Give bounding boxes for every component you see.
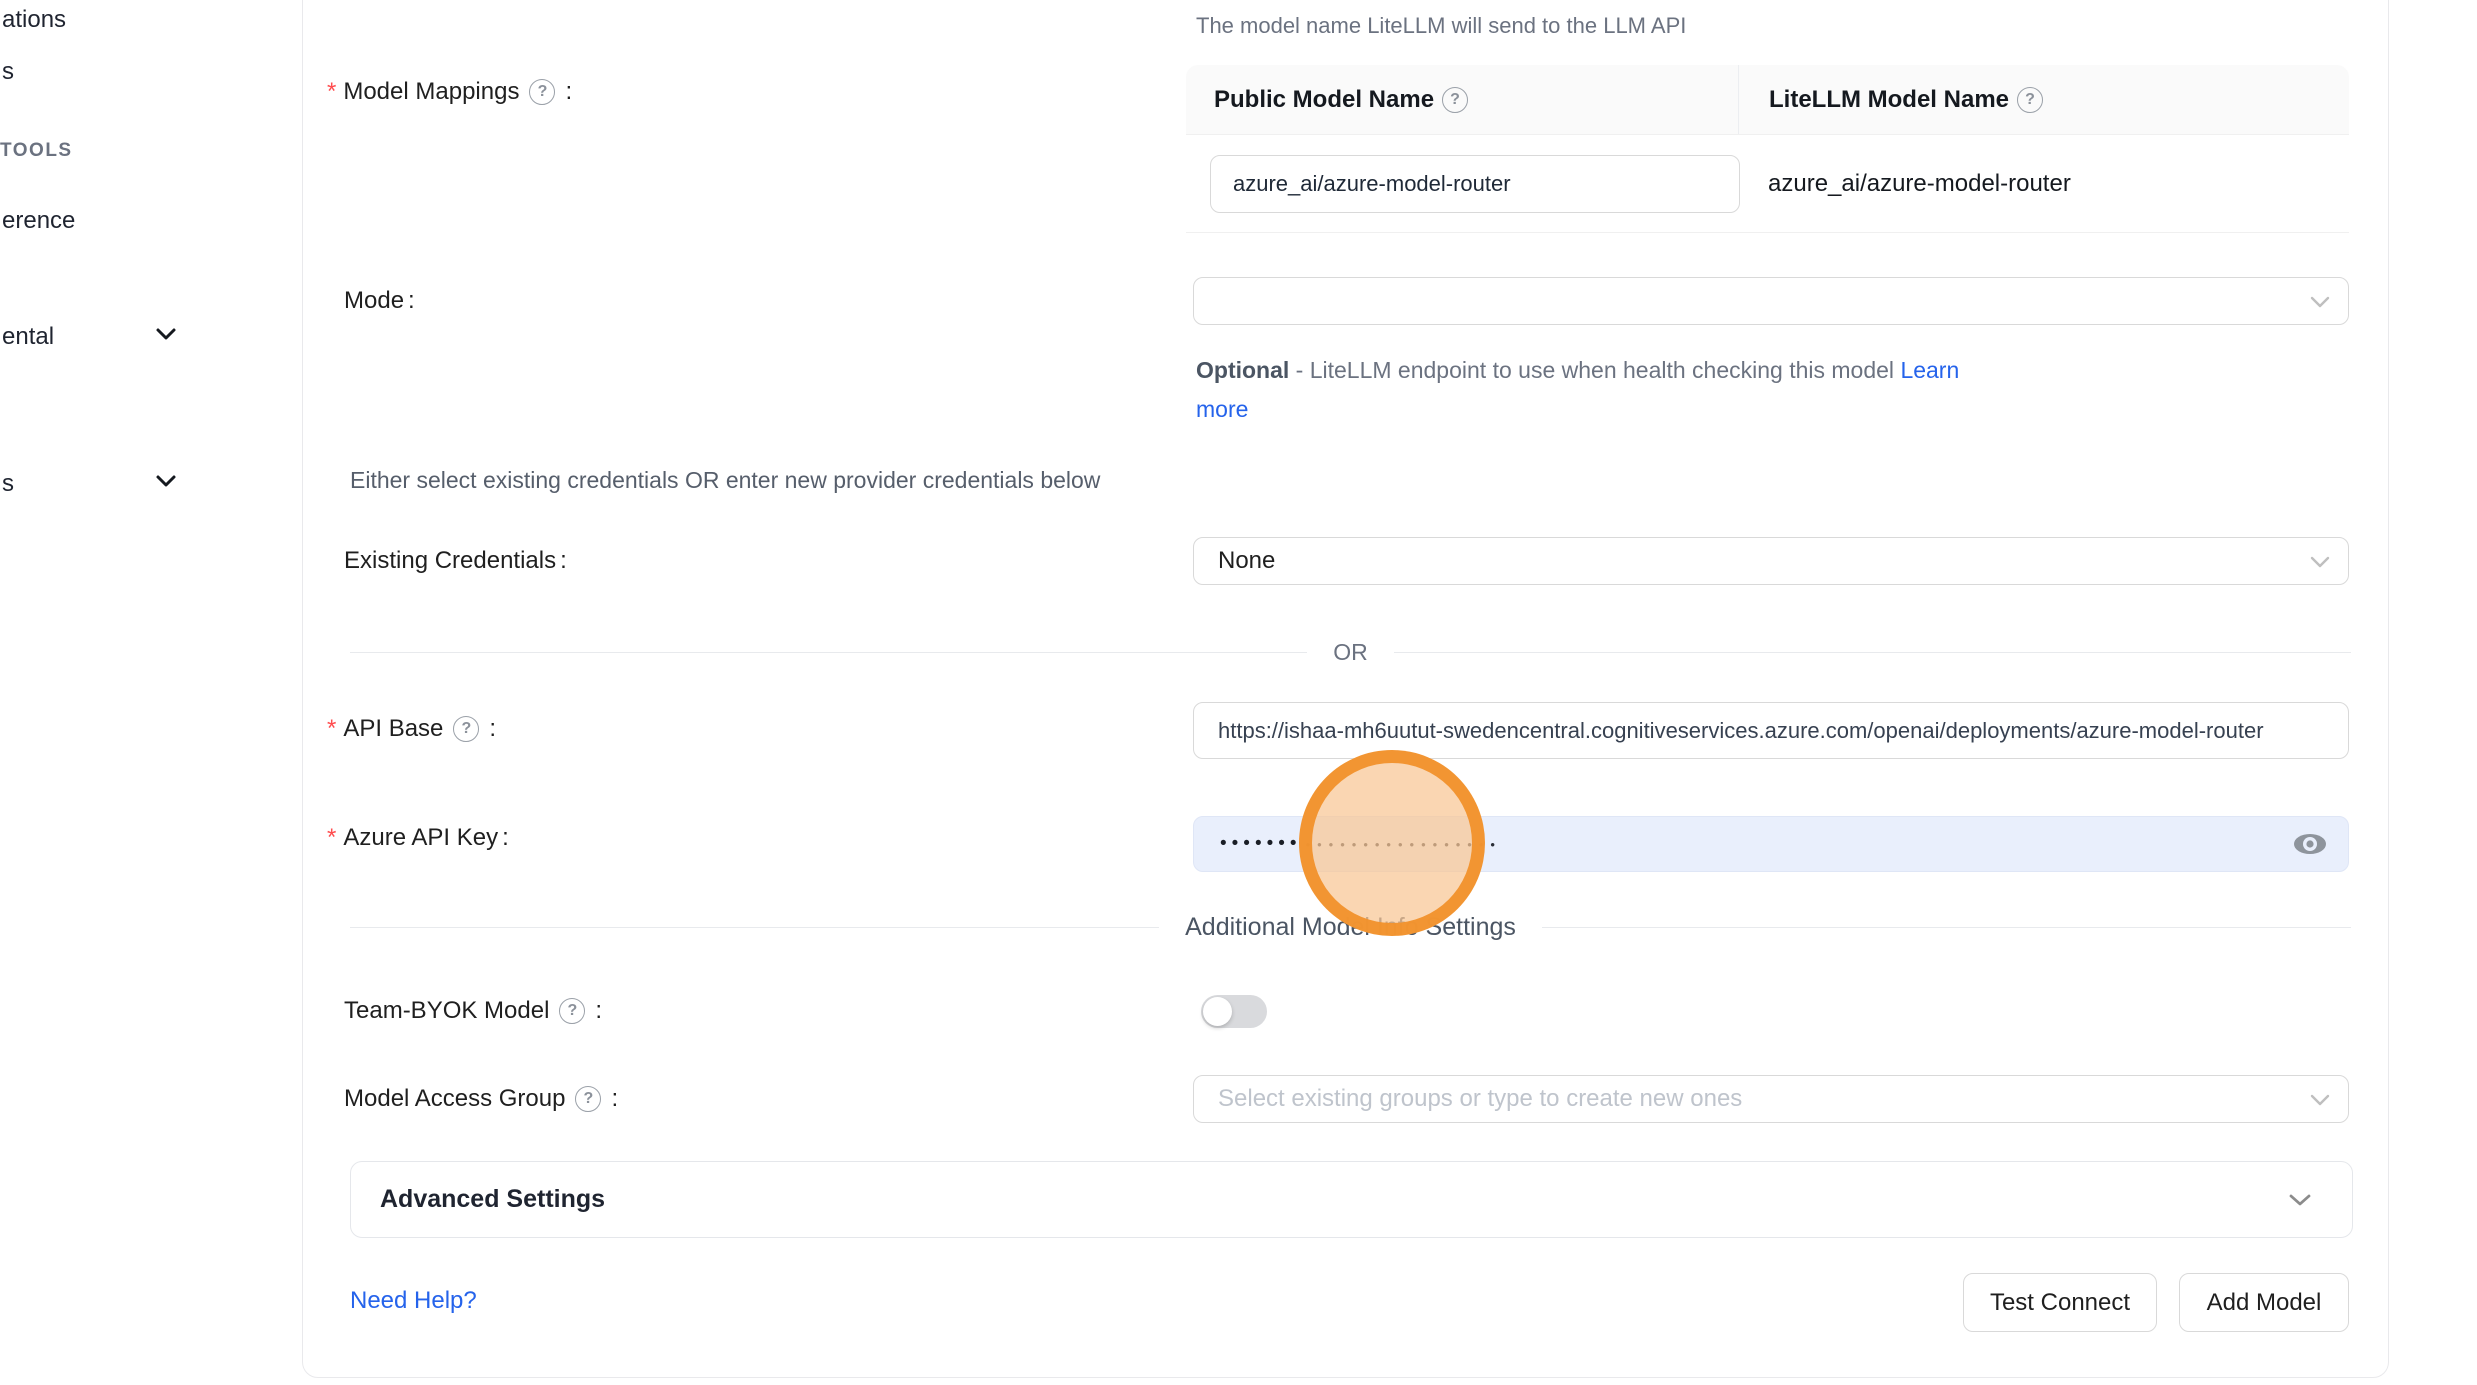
sidebar-item-experimental[interactable]: ental [2, 323, 54, 351]
test-connect-button[interactable]: Test Connect [1963, 1273, 2157, 1332]
mode-label: Mode : [344, 286, 415, 316]
sidebar-item-organizations[interactable]: ations [2, 6, 66, 34]
add-model-button[interactable]: Add Model [2179, 1273, 2349, 1332]
chevron-down-icon [2288, 1193, 2312, 1207]
chevron-down-icon [2310, 296, 2330, 308]
mode-select[interactable] [1193, 277, 2349, 325]
sidebar-item-settings[interactable]: s [2, 470, 14, 498]
azure-api-key-label: * Azure API Key : [327, 823, 509, 853]
add-model-page: ations s TOOLS erence ental s The model … [0, 0, 2477, 1385]
model-access-group-label: Model Access Group ? : [344, 1084, 618, 1114]
help-icon[interactable]: ? [453, 716, 479, 742]
sidebar-item-reference[interactable]: erence [2, 207, 75, 235]
sidebar: ations s TOOLS erence ental s [0, 0, 302, 1385]
masked-key-value: ••••••• [1220, 833, 1302, 855]
required-marker: * [327, 715, 336, 743]
public-model-name-input[interactable] [1210, 155, 1740, 213]
existing-credentials-select[interactable]: None [1193, 537, 2349, 585]
column-header-litellm-model-name: LiteLLM Model Name ? [1738, 65, 2349, 134]
litellm-model-name-value: azure_ai/azure-model-router [1738, 170, 2349, 198]
azure-api-key-input[interactable]: ••••••• ••••••••••••••••• [1193, 816, 2349, 872]
advanced-settings-panel[interactable]: Advanced Settings [350, 1161, 2353, 1238]
advanced-settings-title: Advanced Settings [380, 1185, 2288, 1214]
team-byok-label: Team-BYOK Model ? : [344, 996, 602, 1026]
help-icon[interactable]: ? [575, 1086, 601, 1112]
add-model-form-card: The model name LiteLLM will send to the … [302, 0, 2389, 1378]
help-icon[interactable]: ? [529, 79, 555, 105]
mode-helper-text: Optional - LiteLLM endpoint to use when … [1196, 351, 2011, 429]
chevron-down-icon[interactable] [155, 474, 177, 488]
model-mappings-table: Public Model Name ? LiteLLM Model Name ?… [1186, 65, 2349, 233]
existing-credentials-label: Existing Credentials : [344, 546, 567, 576]
help-icon[interactable]: ? [559, 998, 585, 1024]
model-name-hint: The model name LiteLLM will send to the … [1196, 13, 1686, 39]
required-marker: * [327, 78, 336, 106]
eye-icon[interactable] [2292, 831, 2328, 857]
team-byok-toggle[interactable] [1201, 995, 1267, 1028]
sidebar-section-tools: TOOLS [0, 140, 73, 162]
need-help-link[interactable]: Need Help? [350, 1287, 477, 1315]
chevron-down-icon [2310, 556, 2330, 568]
sidebar-item-models[interactable]: s [2, 58, 14, 86]
table-row: azure_ai/azure-model-router [1186, 135, 2349, 233]
additional-settings-divider: Additional Model Info Settings [350, 907, 2351, 947]
chevron-down-icon[interactable] [155, 327, 177, 341]
help-icon[interactable]: ? [1442, 87, 1468, 113]
api-base-input[interactable] [1193, 702, 2349, 759]
column-header-public-model-name: Public Model Name ? [1186, 86, 1738, 114]
table-header-row: Public Model Name ? LiteLLM Model Name ? [1186, 65, 2349, 135]
credentials-note: Either select existing credentials OR en… [350, 467, 1100, 494]
help-icon[interactable]: ? [2017, 87, 2043, 113]
select-placeholder: Select existing groups or type to create… [1218, 1085, 1742, 1113]
or-divider: OR [350, 632, 2351, 672]
model-access-group-select[interactable]: Select existing groups or type to create… [1193, 1075, 2349, 1123]
model-mappings-label: * Model Mappings ? : [327, 77, 572, 107]
api-base-label: * API Base ? : [327, 714, 496, 744]
toggle-knob [1203, 997, 1232, 1026]
required-marker: * [327, 824, 336, 852]
chevron-down-icon [2310, 1094, 2330, 1106]
